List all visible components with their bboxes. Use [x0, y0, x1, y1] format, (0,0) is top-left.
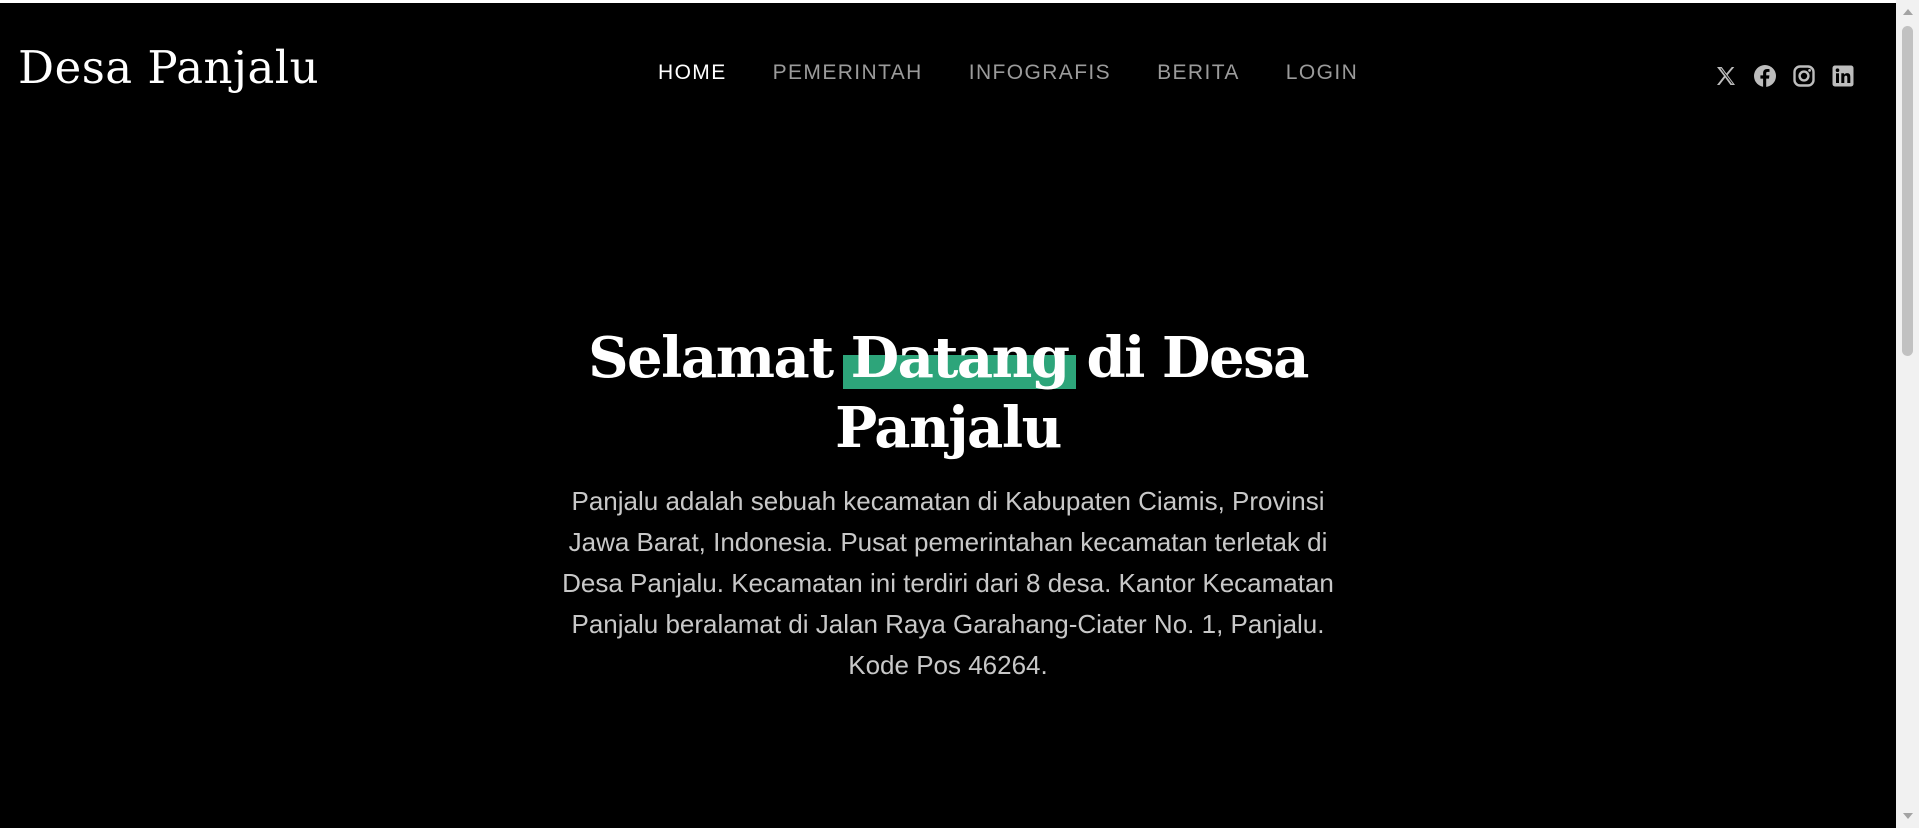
- page-viewport: Desa Panjalu HOME PEMERINTAH INFOGRAFIS …: [0, 3, 1896, 828]
- nav-pemerintah[interactable]: PEMERINTAH: [773, 61, 923, 85]
- nav-infografis[interactable]: INFOGRAFIS: [969, 61, 1111, 85]
- nav-berita[interactable]: BERITA: [1157, 61, 1240, 85]
- nav-home[interactable]: HOME: [658, 61, 727, 85]
- hero-title-part-1: Selamat: [588, 325, 834, 391]
- x-icon[interactable]: [1713, 63, 1739, 89]
- main-nav: HOME PEMERINTAH INFOGRAFIS BERITA LOGIN: [658, 61, 1358, 85]
- site-header: Desa Panjalu HOME PEMERINTAH INFOGRAFIS …: [0, 3, 1896, 153]
- hero-title-highlight: Datang: [842, 323, 1077, 393]
- facebook-icon[interactable]: [1752, 63, 1778, 89]
- hero-title-highlight-text: Datang: [850, 325, 1070, 391]
- nav-login[interactable]: LOGIN: [1286, 61, 1358, 85]
- scrollbar-thumb[interactable]: [1902, 26, 1913, 356]
- social-links: [1713, 63, 1856, 89]
- linkedin-icon[interactable]: [1830, 63, 1856, 89]
- page-scrollbar[interactable]: [1896, 0, 1919, 828]
- hero-title: Selamat Datang di Desa Panjalu: [548, 323, 1348, 463]
- hero-description: Panjalu adalah sebuah kecamatan di Kabup…: [562, 486, 1334, 680]
- site-logo[interactable]: Desa Panjalu: [18, 41, 319, 95]
- scroll-down-icon[interactable]: [1896, 806, 1919, 826]
- hero-section: Selamat Datang di Desa Panjalu Panjalu a…: [548, 323, 1348, 686]
- instagram-icon[interactable]: [1791, 63, 1817, 89]
- scroll-up-icon[interactable]: [1896, 2, 1919, 22]
